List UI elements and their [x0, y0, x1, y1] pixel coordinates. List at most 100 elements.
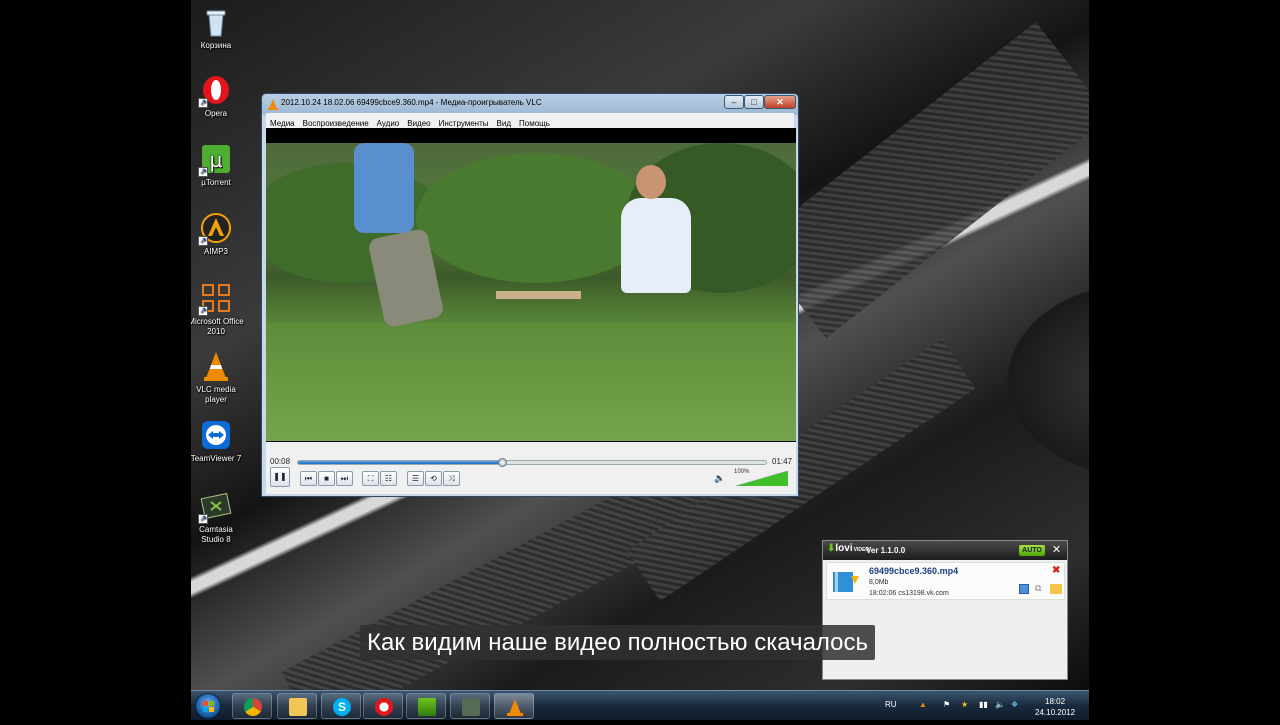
windows-logo-icon: [203, 701, 214, 712]
download-meta: 18:02:06 cs13198.vk.com: [869, 590, 949, 597]
close-button[interactable]: ✕: [764, 95, 796, 109]
language-indicator[interactable]: RU: [885, 700, 897, 709]
download-item[interactable]: 69499cbce9.360.mp4 8,0Mb 18:02:06 cs1319…: [826, 562, 1065, 600]
video-grass: [266, 323, 796, 441]
desktop-icon-vlc[interactable]: VLC media player: [191, 350, 244, 405]
utorrent-icon: µ ↗: [198, 143, 232, 177]
desktop-icon-camtasia[interactable]: ↗ Camtasia Studio 8: [191, 490, 244, 545]
start-button[interactable]: [195, 693, 221, 719]
vlc-tray-icon[interactable]: ▲: [919, 700, 927, 709]
clock-date: 24.10.2012: [1035, 708, 1076, 717]
loop-button[interactable]: ⟲: [425, 471, 442, 486]
video-area[interactable]: [266, 128, 796, 442]
video-person-seated: [621, 198, 691, 293]
vlc-cone-icon: [268, 97, 278, 110]
shortcut-arrow-icon: ↗: [198, 306, 208, 316]
shortcut-arrow-icon: ↗: [198, 167, 208, 177]
lovi-version: Ver 1.1.0.0: [866, 546, 906, 555]
camtasia-icon: [462, 698, 480, 716]
seek-handle[interactable]: [497, 458, 507, 467]
pause-button[interactable]: ❚❚: [270, 467, 290, 487]
clock[interactable]: 18:02 24.10.2012: [1035, 696, 1075, 718]
desktop-icon-label: µTorrent: [201, 178, 231, 187]
office-icon: ↗: [198, 282, 232, 316]
vlc-window[interactable]: 2012.10.24 18.02.06 69499cbce9.360.mp4 -…: [261, 93, 799, 497]
wallpaper-carbon-stripe: [752, 21, 1089, 339]
opera-icon: ↗: [198, 74, 232, 108]
window-title: 2012.10.24 18.02.06 69499cbce9.360.mp4 -…: [281, 98, 542, 107]
shuffle-button[interactable]: ⤨: [443, 471, 460, 486]
taskbar-camtasia[interactable]: [450, 693, 490, 719]
minimize-button[interactable]: –: [724, 95, 744, 109]
chrome-icon: [244, 698, 262, 716]
folder-icon: [289, 698, 307, 716]
video-table: [496, 291, 581, 299]
aimp-icon: ↗: [198, 212, 232, 246]
download-arrow-icon: [418, 698, 436, 716]
volume-icon[interactable]: 🔈: [714, 473, 725, 484]
playlist-button[interactable]: ☰: [407, 471, 424, 486]
desktop-icon-label: Корзина: [200, 41, 232, 50]
desktop-icon-aimp3[interactable]: ↗ AIMP3: [191, 212, 244, 257]
dropbox-icon[interactable]: ❖: [1011, 700, 1018, 709]
next-button[interactable]: ⏭: [336, 471, 353, 486]
total-time: 01:47: [772, 457, 793, 466]
video-person-running: [354, 143, 414, 233]
vlc-titlebar[interactable]: 2012.10.24 18.02.06 69499cbce9.360.mp4 -…: [262, 94, 798, 112]
desktop-icon-recycle-bin[interactable]: Корзина: [191, 6, 244, 51]
elapsed-time: 00:08: [270, 457, 291, 466]
flag-icon[interactable]: ⚑: [943, 700, 950, 709]
volume-slider[interactable]: [736, 471, 788, 486]
seek-slider[interactable]: [297, 458, 767, 467]
taskbar-lovi[interactable]: [406, 693, 446, 719]
download-filename: 69499cbce9.360.mp4: [869, 566, 959, 576]
save-icon[interactable]: [1019, 584, 1029, 594]
svg-text:µ: µ: [210, 148, 223, 172]
extended-settings-button[interactable]: ☷: [380, 471, 397, 486]
star-icon[interactable]: ★: [961, 700, 968, 709]
desktop-icon-label: TeamViewer 7: [191, 454, 242, 463]
taskbar-skype[interactable]: S: [321, 693, 361, 719]
teamviewer-icon: [200, 419, 232, 451]
desktop-icon-label: AIMP3: [203, 247, 228, 256]
opera-icon: [375, 698, 393, 716]
desktop-icon-label: VLC media player: [196, 385, 236, 404]
network-icon[interactable]: ▮▮: [979, 700, 988, 709]
video-foliage: [416, 153, 656, 283]
lovi-header: ⬇loviVIDEO Ver 1.1.0.0 AUTO ✕: [823, 541, 1067, 560]
folder-icon[interactable]: [1050, 584, 1062, 594]
vlc-menubar: Медиа Воспроизведение Аудио Видео Инструмент…: [266, 113, 794, 128]
previous-button[interactable]: ⏮: [300, 471, 317, 486]
skype-icon: S: [333, 698, 351, 716]
lovi-logo: ⬇loviVIDEO: [827, 543, 870, 554]
delete-icon[interactable]: ✖: [1052, 565, 1060, 576]
close-icon[interactable]: ✕: [1050, 544, 1063, 557]
maximize-button[interactable]: □: [744, 95, 764, 109]
shortcut-arrow-icon: ↗: [198, 514, 208, 524]
desktop-icon-label: Opera: [204, 109, 228, 118]
vlc-cone-icon: [200, 350, 232, 382]
taskbar-chrome[interactable]: [232, 693, 272, 719]
auto-toggle-button[interactable]: AUTO: [1019, 545, 1045, 556]
screen: Корзина ↗ Opera µ ↗ µTorrent ↗ AIMP3 ↗ M…: [0, 0, 1280, 720]
seek-progress: [298, 461, 502, 464]
video-file-icon: [831, 568, 861, 594]
desktop-icon-office-2010[interactable]: ↗ Microsoft Office 2010: [191, 282, 244, 337]
taskbar-vlc-active[interactable]: [494, 693, 534, 719]
video-person-head: [636, 165, 666, 199]
taskbar: S RU ▲ ⚑ ★ ▮▮ 🔈 ❖ 18:02 24.10.2012: [191, 690, 1089, 720]
desktop-icon-label: Camtasia Studio 8: [199, 525, 233, 544]
taskbar-opera[interactable]: [363, 693, 403, 719]
fullscreen-button[interactable]: ⛶: [362, 471, 379, 486]
copy-link-icon[interactable]: ⧉: [1035, 583, 1041, 594]
desktop-icon-label: Microsoft Office 2010: [191, 317, 244, 336]
clock-time: 18:02: [1045, 697, 1066, 706]
vlc-cone-icon: [507, 699, 523, 716]
taskbar-explorer[interactable]: [277, 693, 317, 719]
desktop-icon-opera[interactable]: ↗ Opera: [191, 74, 244, 119]
speaker-icon[interactable]: 🔈: [995, 700, 1005, 709]
desktop-icon-utorrent[interactable]: µ ↗ µTorrent: [191, 143, 244, 188]
desktop-icon-teamviewer[interactable]: TeamViewer 7: [191, 419, 244, 464]
video-subtitle-caption: Как видим наше видео полностью скачалось: [360, 625, 876, 660]
stop-button[interactable]: ■: [318, 471, 335, 486]
